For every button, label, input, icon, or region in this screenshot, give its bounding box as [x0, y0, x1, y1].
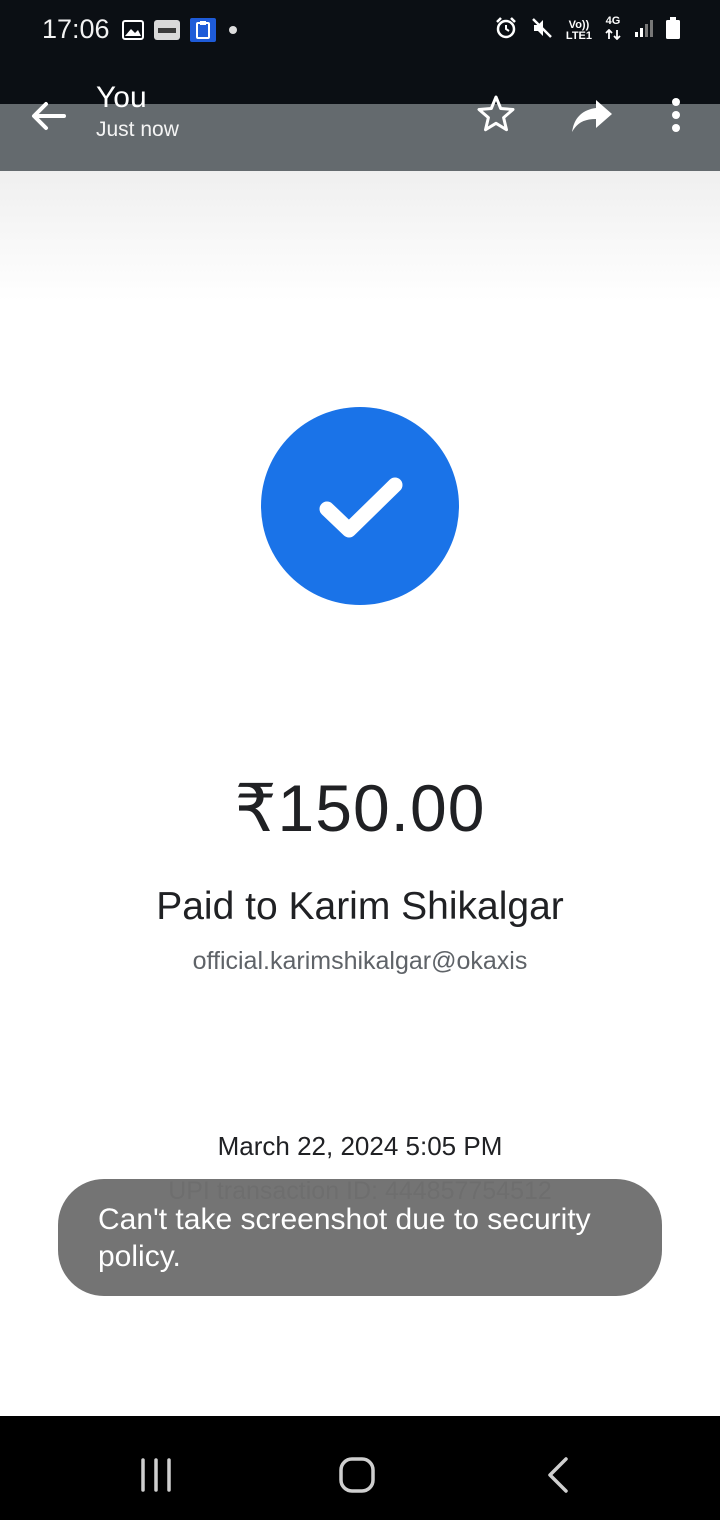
star-button[interactable]	[476, 94, 516, 134]
header-shadow	[0, 171, 720, 301]
data-arrows-icon	[605, 28, 621, 41]
back-button[interactable]	[28, 96, 68, 136]
signal-icon	[634, 18, 654, 43]
payment-datetime: March 22, 2024 5:05 PM	[217, 1131, 503, 1161]
conversation-header: You Just now	[96, 80, 179, 144]
check-circle-icon	[261, 407, 459, 605]
alarm-icon	[494, 16, 518, 45]
clipboard-icon	[190, 18, 216, 47]
volte-lte-label: Vo)) LTE1	[565, 18, 592, 42]
back-icon	[548, 1457, 568, 1493]
payee-upi-id: official.karimshikalgar@okaxis	[192, 947, 528, 975]
paytm-icon	[154, 19, 180, 46]
data-type-label: 4G	[604, 16, 622, 45]
network-label-bottom: LTE1	[565, 29, 592, 42]
data-type-text: 4G	[605, 15, 621, 27]
mute-icon	[530, 16, 554, 45]
star-icon	[477, 95, 515, 132]
share-button[interactable]	[570, 96, 614, 136]
checkmark-icon	[319, 477, 403, 538]
recent-apps-button[interactable]	[126, 1450, 186, 1500]
network-label-top: Vo))	[568, 18, 590, 31]
share-icon	[572, 100, 612, 132]
toast-message: Can't take screenshot due to security po…	[58, 1179, 662, 1296]
gallery-icon	[122, 20, 144, 45]
status-icons-left	[122, 18, 240, 47]
home-button[interactable]	[327, 1450, 387, 1500]
more-options-button[interactable]	[664, 96, 688, 136]
home-icon	[339, 1457, 375, 1493]
page-title: You	[96, 81, 147, 114]
battery-icon	[666, 17, 680, 44]
payee-name: Paid to Karim Shikalgar	[156, 885, 564, 928]
recent-apps-icon	[141, 1458, 171, 1492]
status-time: 17:06	[42, 14, 110, 44]
payment-amount: ₹150.00	[234, 771, 486, 845]
back-arrow-icon	[32, 102, 66, 130]
notification-dot-icon	[226, 23, 240, 42]
more-vert-icon	[672, 98, 680, 132]
status-icons-right: Vo)) LTE1 4G	[494, 16, 680, 45]
nav-back-button[interactable]	[528, 1450, 588, 1500]
page-subtitle: Just now	[96, 118, 179, 141]
